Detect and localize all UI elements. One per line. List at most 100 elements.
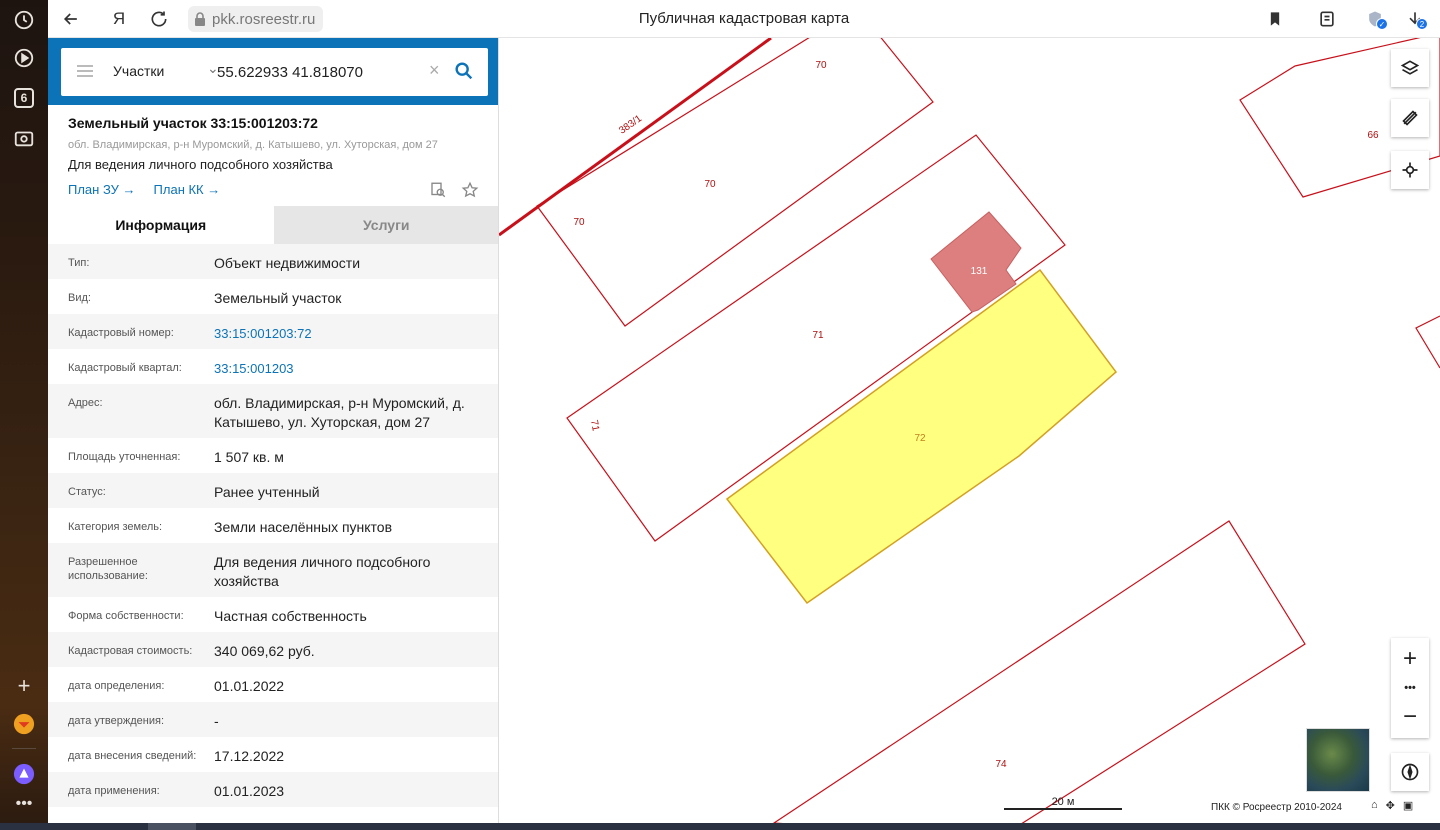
zoom-controls: + ••• − <box>1391 638 1429 738</box>
info-key: Форма собственности: <box>68 610 184 622</box>
taskbar-strip <box>0 823 1440 830</box>
road-boundary-line <box>499 38 772 237</box>
yandex-icon[interactable]: Я <box>108 8 130 30</box>
taskbar-item[interactable] <box>148 823 196 830</box>
downloads-badge: 2 <box>1416 18 1428 30</box>
plan-kk-link[interactable]: План КК → <box>154 182 221 197</box>
info-row: Кадастровый номер: 33:15:001203:72 <box>48 314 498 349</box>
info-value: Ранее учтенный <box>214 484 320 500</box>
object-use: Для ведения личного подсобного хозяйства <box>68 157 333 172</box>
info-row: дата внесения сведений: 17.12.2022 <box>48 737 498 772</box>
info-key: Разрешенное использование: <box>68 556 148 582</box>
info-key: Кадастровый номер: <box>68 327 174 339</box>
tab-count-badge[interactable]: 6 <box>14 88 34 108</box>
info-value: Земельный участок <box>214 290 342 306</box>
parcel-label: 66 <box>1367 130 1379 141</box>
info-key: дата определения: <box>68 680 165 692</box>
info-key: Статус: <box>68 486 106 498</box>
move-icon[interactable]: ✥ <box>1386 799 1395 812</box>
screenshot-icon[interactable] <box>12 126 36 150</box>
compass-button[interactable] <box>1391 753 1429 791</box>
info-value: 01.01.2022 <box>214 678 285 694</box>
search-type-select[interactable]: Участки <box>113 63 164 79</box>
info-key: Категория земель: <box>68 521 163 533</box>
home-icon[interactable]: ⌂ <box>1371 799 1378 812</box>
zoom-more-icon[interactable]: ••• <box>1391 680 1429 696</box>
address-bar[interactable]: pkk.rosreestr.ru <box>188 6 324 32</box>
info-row: Разрешенное использование: Для ведения л… <box>48 543 498 597</box>
info-row: Статус: Ранее учтенный <box>48 473 498 508</box>
copyright-text: ПКК © Росреестр 2010-2024 <box>1211 802 1342 813</box>
url-text: pkk.rosreestr.ru <box>212 10 316 28</box>
cadastral-number-link[interactable]: 33:15:001203:72 <box>214 314 479 349</box>
layers-button[interactable] <box>1391 49 1429 87</box>
building-label: 131 <box>971 266 988 277</box>
object-header: Земельный участок 33:15:001203:72 обл. В… <box>48 105 498 206</box>
info-value: Для ведения личного подсобного хозяйства <box>214 554 431 589</box>
info-value: 340 069,62 руб. <box>214 643 315 659</box>
info-row: Тип: Объект недвижимости <box>48 244 498 279</box>
info-row: Адрес: обл. Владимирская, р-н Муромский,… <box>48 384 498 438</box>
reload-icon[interactable] <box>148 8 170 30</box>
info-key: Адрес: <box>68 397 103 409</box>
info-row: Форма собственности: Частная собственнос… <box>48 597 498 632</box>
clear-icon[interactable]: × <box>429 60 440 81</box>
protect-icon[interactable]: ✓ <box>1364 8 1388 30</box>
cadastral-quarter-link[interactable]: 33:15:001203 <box>214 349 479 384</box>
find-document-icon[interactable] <box>429 181 447 204</box>
selected-parcel-label: 72 <box>914 433 926 444</box>
info-value: 17.12.2022 <box>214 748 285 764</box>
more-icon[interactable]: ••• <box>12 792 36 816</box>
satellite-layer-thumbnail[interactable] <box>1306 728 1370 792</box>
tab-services[interactable]: Услуги <box>273 206 498 244</box>
menu-icon[interactable] <box>77 65 93 77</box>
info-key: Вид: <box>68 292 91 304</box>
search-icon[interactable] <box>453 60 475 82</box>
downloads-icon[interactable]: 2 <box>1404 8 1428 30</box>
info-key: Площадь уточненная: <box>68 451 181 463</box>
play-icon[interactable] <box>12 46 36 70</box>
zoom-in-button[interactable]: + <box>1391 638 1429 680</box>
search-input[interactable] <box>217 60 427 84</box>
reader-icon[interactable] <box>1316 8 1338 30</box>
browser-toolbar: Я pkk.rosreestr.ru Публичная кадастровая… <box>48 0 1440 38</box>
scale-label: 20 м <box>1051 796 1075 808</box>
parcel-edge <box>1415 315 1440 369</box>
bookmark-icon[interactable] <box>1264 8 1286 30</box>
parcel-70[interactable] <box>536 38 934 327</box>
ruler-button[interactable] <box>1391 99 1429 137</box>
info-row: дата определения: 01.01.2022 <box>48 667 498 702</box>
info-key: Тип: <box>68 257 90 269</box>
mail-icon[interactable] <box>12 712 36 736</box>
info-value: Частная собственность <box>214 608 367 624</box>
plan-zu-link[interactable]: План ЗУ → <box>68 182 136 197</box>
info-row: дата утверждения: - <box>48 702 498 737</box>
protect-check-icon: ✓ <box>1376 18 1388 30</box>
parcel-label: 74 <box>995 759 1007 770</box>
search-box: Участки ⌄ × <box>61 48 488 96</box>
locate-button[interactable] <box>1391 151 1429 189</box>
add-icon[interactable]: + <box>12 673 36 698</box>
favorite-star-icon[interactable] <box>461 181 479 204</box>
alice-icon[interactable] <box>12 762 36 786</box>
info-value: Объект недвижимости <box>214 255 361 271</box>
map-footer-icons: ⌂ ✥ ▣ <box>1371 799 1413 812</box>
info-value: 01.01.2023 <box>214 783 285 799</box>
info-key: дата применения: <box>68 785 160 797</box>
info-row: дата применения: 01.01.2023 <box>48 772 498 807</box>
info-key: дата утверждения: <box>68 715 165 727</box>
info-row: Кадастровая стоимость: 340 069,62 руб. <box>48 632 498 667</box>
zoom-out-button[interactable]: − <box>1391 696 1429 738</box>
browser-sidebar: 6 + ••• <box>0 0 48 830</box>
parcel-label: 70 <box>815 60 827 71</box>
info-key: Кадастровый квартал: <box>68 362 182 374</box>
cadastral-map[interactable]: 70 70 70 383/1 66 131 71 71 72 74 + ••• … <box>499 38 1440 823</box>
back-icon[interactable] <box>60 8 82 30</box>
tab-info[interactable]: Информация <box>48 206 274 244</box>
lock-icon <box>194 12 206 26</box>
minimap-icon[interactable]: ▣ <box>1403 799 1413 812</box>
map-canvas[interactable]: 70 70 70 383/1 66 131 71 71 72 74 <box>499 38 1440 823</box>
parcel-label: 70 <box>573 217 585 228</box>
info-value: Земли населённых пунктов <box>214 519 393 535</box>
history-icon[interactable] <box>12 8 36 32</box>
